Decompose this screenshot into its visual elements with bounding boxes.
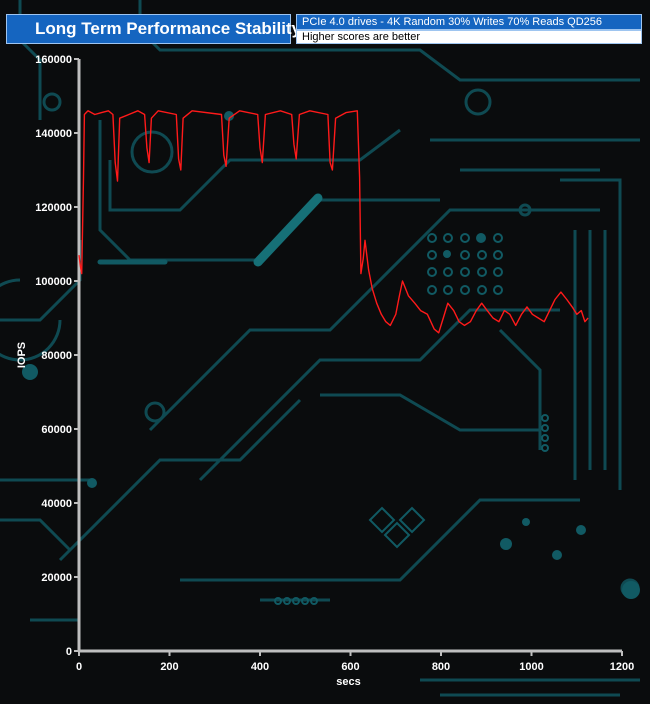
y-tick-label: 100000 bbox=[35, 276, 72, 288]
y-tick-label: 0 bbox=[66, 646, 72, 658]
series-layer bbox=[78, 110, 589, 334]
x-tick-label: 200 bbox=[160, 661, 178, 673]
series-line bbox=[78, 110, 589, 334]
x-tick-label: 600 bbox=[341, 661, 359, 673]
x-axis-label: secs bbox=[336, 676, 360, 688]
y-tick-label: 80000 bbox=[41, 350, 72, 362]
chart-axes bbox=[77, 59, 622, 653]
x-tick-label: 800 bbox=[432, 661, 450, 673]
x-tick-label: 400 bbox=[251, 661, 269, 673]
y-tick-label: 20000 bbox=[41, 572, 72, 584]
x-tick-label: 1000 bbox=[519, 661, 543, 673]
line-chart: 0 20000 40000 60000 80000 100000 120000 140000 1… bbox=[16, 54, 634, 688]
chart-frame: Long Term Performance Stability PCIe 4.0… bbox=[0, 0, 650, 704]
y-tick-label: 60000 bbox=[41, 424, 72, 436]
x-tick-label: 1200 bbox=[610, 661, 634, 673]
y-axis-label: IOPS bbox=[16, 342, 28, 368]
y-ticks: 0 20000 40000 60000 80000 100000 120000 140000 1… bbox=[35, 54, 79, 658]
y-tick-label: 160000 bbox=[35, 54, 72, 66]
x-tick-label: 0 bbox=[76, 661, 82, 673]
y-tick-label: 140000 bbox=[35, 128, 72, 140]
y-tick-label: 120000 bbox=[35, 202, 72, 214]
y-tick-label: 40000 bbox=[41, 498, 72, 510]
x-ticks: 0 200 400 600 800 1000 1200 bbox=[76, 651, 634, 673]
